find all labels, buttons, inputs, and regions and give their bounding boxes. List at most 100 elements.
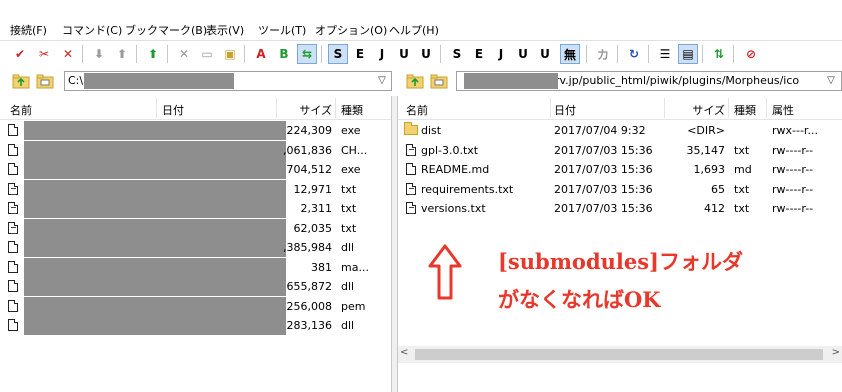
parent-folder-icon[interactable]: ⬆ — [143, 44, 163, 64]
toolbar-separator — [586, 45, 587, 63]
chevron-down-icon[interactable]: ▽ — [373, 71, 391, 91]
menu-command[interactable]: コマンド(C) — [62, 22, 122, 38]
local-browse-folder-icon[interactable] — [36, 73, 54, 89]
column-name[interactable]: 名前 — [406, 102, 428, 118]
file-icon — [8, 124, 18, 136]
remote-up-folder-icon[interactable] — [406, 73, 424, 89]
no-conversion-icon[interactable]: 無 — [560, 44, 580, 64]
file-date: 2017/07/03 15:36 — [554, 202, 653, 215]
menu-help[interactable]: ヘルプ(H) — [389, 22, 439, 38]
remote-list-header: 名前 日付 サイズ 種類 属性 — [398, 96, 842, 120]
connect-icon[interactable]: ✔ — [10, 44, 30, 64]
table-row[interactable]: dist 2017/07/04 9:32 <DIR> rwx---r... — [398, 121, 842, 140]
menu-connect[interactable]: 接続(F) — [10, 22, 47, 38]
jis-local-icon[interactable]: J — [491, 44, 511, 64]
table-row[interactable]: 256,008 pem — [0, 296, 391, 316]
column-type[interactable]: 種類 — [734, 102, 756, 118]
table-row[interactable]: 2,311 txt — [0, 199, 391, 218]
scroll-right-icon[interactable]: > — [832, 347, 840, 358]
toolbar-separator — [702, 45, 703, 63]
column-divider[interactable] — [335, 98, 336, 118]
cancel-icon[interactable]: ✕ — [58, 44, 78, 64]
table-row[interactable]: requirements.txt 2017/07/03 15:36 65 txt rw-… — [398, 180, 842, 199]
redacted-name — [24, 140, 286, 160]
text-file-icon — [406, 143, 416, 156]
menu-view[interactable]: 表示(V) — [206, 22, 244, 38]
table-row[interactable]: 381 ma... — [0, 257, 391, 277]
auto-mode-icon[interactable]: ⇆ — [297, 44, 317, 64]
detail-view-icon[interactable]: ▤ — [678, 44, 698, 64]
toolbar-separator — [321, 45, 322, 63]
column-divider[interactable] — [550, 98, 551, 118]
remote-horizontal-scrollbar[interactable]: < > — [398, 346, 842, 363]
toolbar-separator — [733, 45, 734, 63]
column-size[interactable]: サイズ — [692, 102, 725, 118]
column-attributes[interactable]: 属性 — [772, 102, 794, 118]
file-type: ma... — [341, 260, 369, 274]
column-divider[interactable] — [156, 98, 157, 118]
table-row[interactable]: 283,136 dll — [0, 316, 391, 335]
file-name: versions.txt — [421, 202, 486, 215]
table-row[interactable]: gpl-3.0.txt 2017/07/03 15:36 35,147 txt rw--… — [398, 141, 842, 160]
utf8n-local-icon[interactable]: U — [513, 44, 533, 64]
local-file-list[interactable]: 名前 日付 サイズ 種類 224,309 exe ,061,836 CH... 704,… — [0, 96, 391, 392]
table-row[interactable]: ,385,984 dll — [0, 238, 391, 257]
file-type: dll — [341, 319, 355, 332]
refresh-icon[interactable]: ↻ — [624, 44, 644, 64]
delete-icon[interactable]: ✕ — [174, 44, 194, 64]
file-attributes: rw----r-- — [772, 182, 814, 196]
table-row[interactable]: 12,971 txt — [0, 179, 391, 199]
rename-icon[interactable]: ▭ — [197, 44, 217, 64]
euc-host-icon[interactable]: E — [350, 44, 370, 64]
table-row[interactable]: README.md 2017/07/03 15:36 1,693 md rw----r-… — [398, 160, 842, 179]
column-name[interactable]: 名前 — [10, 102, 32, 118]
column-type[interactable]: 種類 — [341, 102, 363, 118]
stop-icon[interactable]: ⊘ — [741, 44, 761, 64]
text-file-icon — [406, 182, 416, 195]
file-attributes: rwx---r... — [772, 124, 818, 137]
table-row[interactable]: 704,512 exe — [0, 160, 391, 179]
utf8bom-local-icon[interactable]: U — [535, 44, 555, 64]
menu-tools[interactable]: ツール(T) — [258, 22, 306, 38]
redacted-name — [24, 257, 286, 277]
table-row[interactable]: versions.txt 2017/07/03 15:36 412 txt rw----… — [398, 199, 842, 218]
table-row[interactable]: 62,035 txt — [0, 218, 391, 238]
menu-options[interactable]: オプション(O) — [315, 22, 387, 38]
sjis-host-icon[interactable]: S — [328, 44, 348, 64]
scrollbar-thumb[interactable] — [415, 349, 823, 360]
remote-browse-folder-icon[interactable] — [430, 73, 448, 89]
jis-host-icon[interactable]: J — [372, 44, 392, 64]
file-name: dist — [421, 124, 442, 137]
download-icon[interactable]: ⬇ — [89, 44, 109, 64]
sync-icon[interactable]: ⇅ — [709, 44, 729, 64]
binary-mode-icon[interactable]: B — [274, 44, 294, 64]
upload-icon[interactable]: ⬆ — [112, 44, 132, 64]
kana-convert-icon[interactable]: カ — [593, 44, 613, 64]
sjis-local-icon[interactable]: S — [447, 44, 467, 64]
scroll-left-icon[interactable]: < — [400, 347, 408, 358]
utf8bom-host-icon[interactable]: U — [416, 44, 436, 64]
disconnect-icon[interactable]: ✂ — [34, 44, 54, 64]
column-date[interactable]: 日付 — [162, 102, 184, 118]
local-path-text: C:\ — [68, 74, 84, 87]
column-divider[interactable] — [276, 98, 277, 118]
table-row[interactable]: 655,872 dll — [0, 277, 391, 296]
table-row[interactable]: ,061,836 CH... — [0, 140, 391, 160]
pane-splitter[interactable] — [391, 96, 398, 392]
text-file-icon — [8, 182, 18, 195]
ascii-mode-icon[interactable]: A — [251, 44, 271, 64]
list-view-icon[interactable]: ☰ — [655, 44, 675, 64]
menu-bookmark[interactable]: ブックマーク(B) — [125, 22, 207, 38]
local-up-folder-icon[interactable] — [12, 73, 30, 89]
table-row[interactable]: 224,309 exe — [0, 121, 391, 140]
column-date[interactable]: 日付 — [554, 102, 576, 118]
column-divider[interactable] — [664, 98, 665, 118]
utf8n-host-icon[interactable]: U — [394, 44, 414, 64]
chevron-down-icon[interactable]: ▽ — [822, 71, 840, 91]
column-divider[interactable] — [766, 98, 767, 118]
file-size: ,061,836 — [283, 143, 332, 157]
euc-local-icon[interactable]: E — [469, 44, 489, 64]
column-size[interactable]: サイズ — [299, 102, 332, 118]
column-divider[interactable] — [728, 98, 729, 118]
mkdir-icon[interactable]: ▣ — [220, 44, 240, 64]
